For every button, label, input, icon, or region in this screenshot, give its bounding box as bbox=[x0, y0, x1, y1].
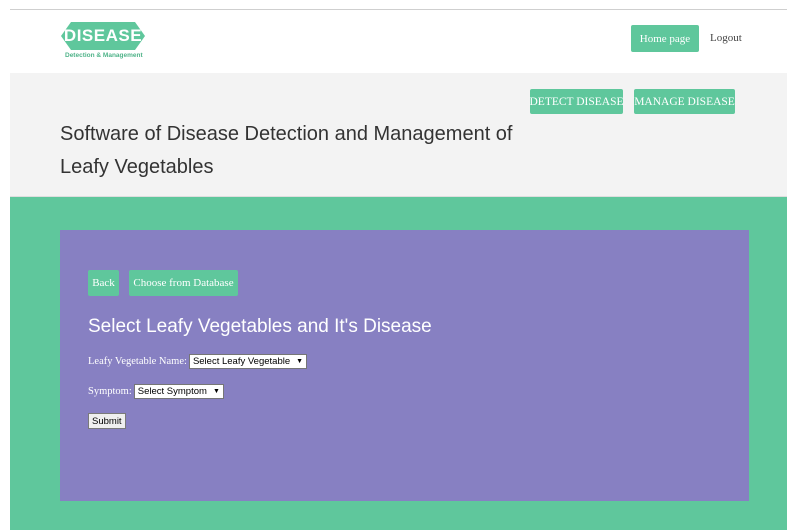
choose-from-database-button[interactable]: Choose from Database bbox=[129, 270, 238, 296]
page: DISEASE Detection & Management Home page… bbox=[0, 0, 787, 530]
selection-panel: Back Choose from Database Select Leafy V… bbox=[60, 230, 749, 501]
symptom-field-row: Symptom: Select Symptom ▼ bbox=[88, 384, 224, 399]
vegetable-select-value: Select Leafy Vegetable bbox=[192, 356, 291, 367]
symptom-label: Symptom: bbox=[88, 386, 132, 397]
vegetable-field-row: Leafy Vegetable Name: Select Leafy Veget… bbox=[88, 354, 308, 369]
logo-subtitle: Detection & Management bbox=[65, 52, 143, 59]
logout-link[interactable]: Logout bbox=[710, 32, 742, 44]
back-button[interactable]: Back bbox=[88, 270, 119, 296]
chevron-down-icon: ▼ bbox=[296, 358, 304, 365]
logo-title: DISEASE bbox=[63, 26, 143, 45]
vegetable-label: Leafy Vegetable Name: bbox=[88, 356, 187, 367]
manage-disease-button[interactable]: MANAGE DISEASE bbox=[634, 89, 735, 114]
chevron-down-icon: ▼ bbox=[212, 388, 220, 395]
home-page-button[interactable]: Home page bbox=[631, 25, 699, 52]
symptom-select[interactable]: Select Symptom ▼ bbox=[133, 384, 224, 399]
submit-button[interactable]: Submit bbox=[88, 413, 126, 429]
panel-title: Select Leafy Vegetables and It's Disease bbox=[88, 316, 432, 337]
vegetable-select[interactable]: Select Leafy Vegetable ▼ bbox=[188, 354, 308, 369]
header: DISEASE Detection & Management Home page… bbox=[10, 10, 787, 73]
hero-section: DETECT DISEASE MANAGE DISEASE Software o… bbox=[10, 73, 787, 197]
page-title: Software of Disease Detection and Manage… bbox=[60, 123, 513, 178]
logo[interactable]: DISEASE bbox=[61, 22, 145, 50]
detect-disease-button[interactable]: DETECT DISEASE bbox=[529, 89, 624, 114]
symptom-select-value: Select Symptom bbox=[137, 386, 207, 397]
